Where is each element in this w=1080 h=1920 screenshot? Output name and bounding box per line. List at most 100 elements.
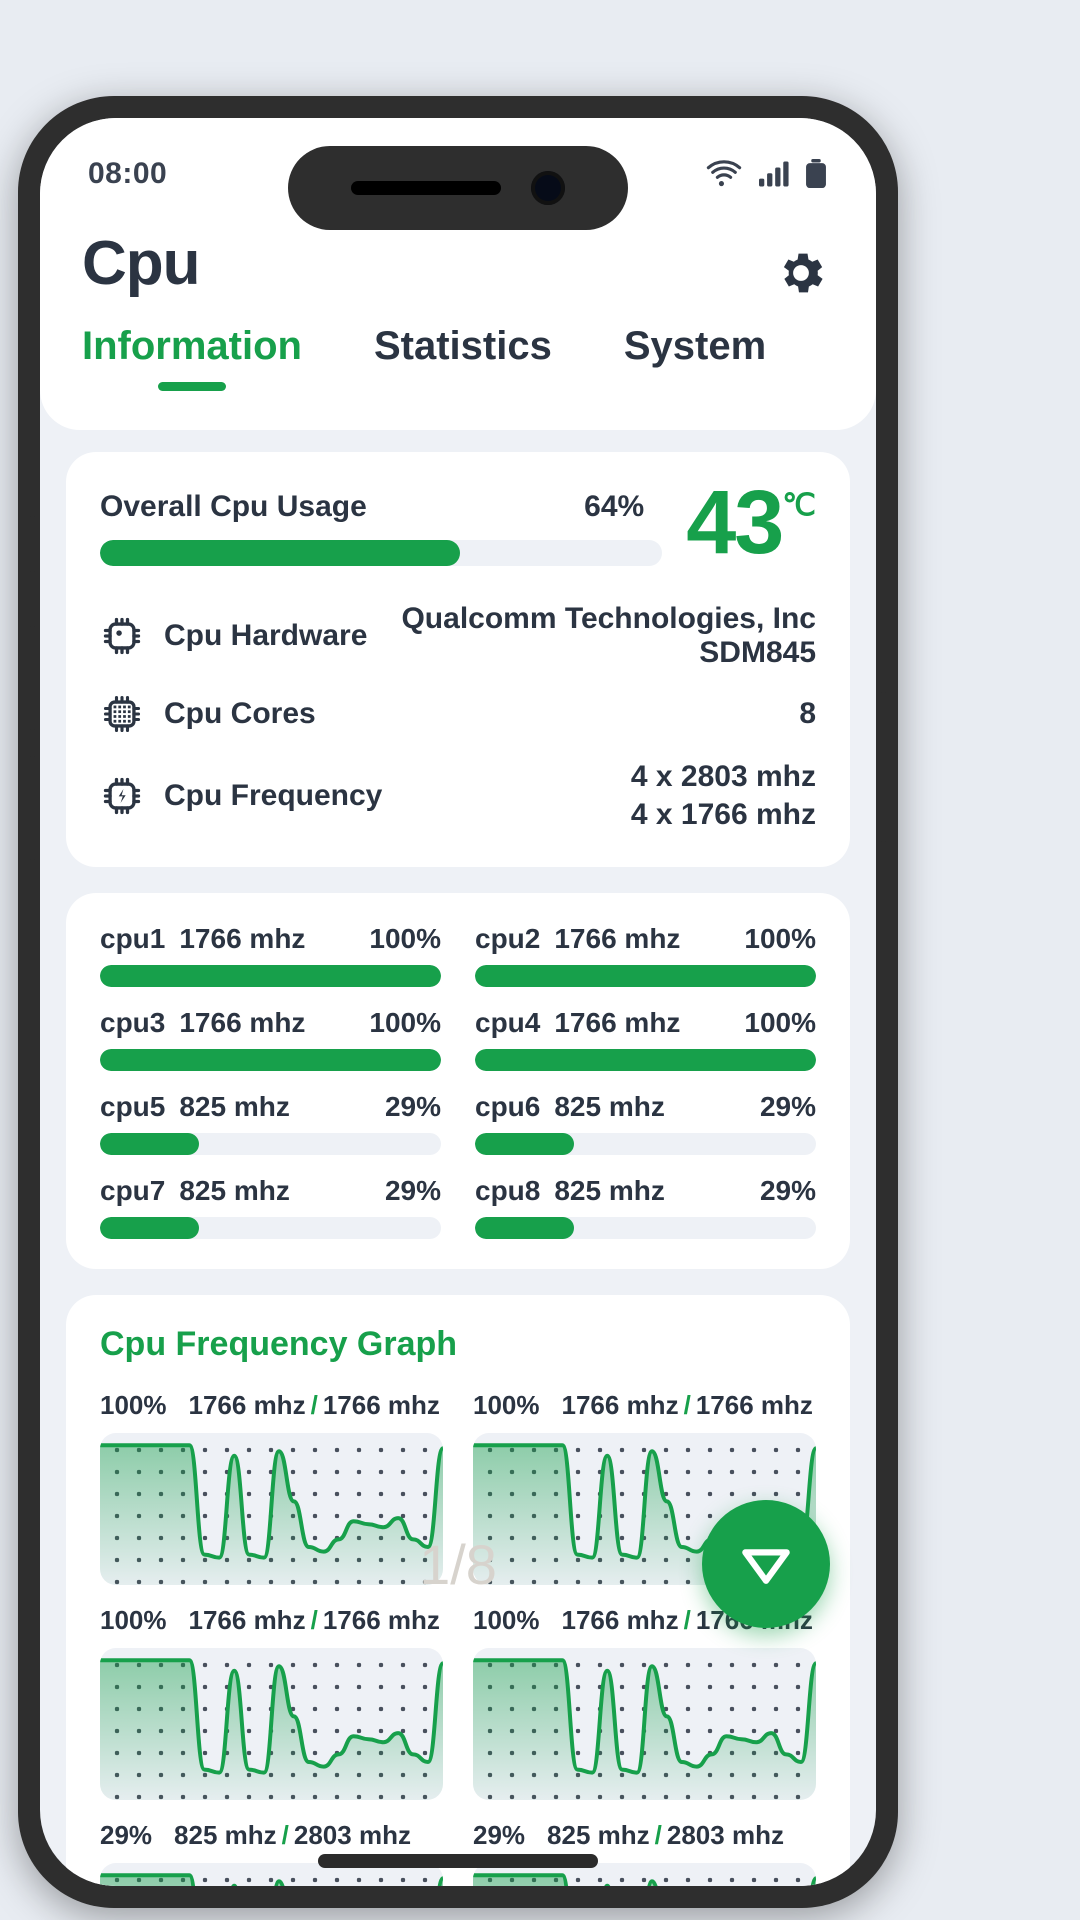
silent-switch[interactable]	[28, 516, 37, 572]
core-name: cpu2	[475, 923, 541, 954]
core-percent: 29%	[384, 1091, 441, 1122]
core-item: cpu1 1766 mhz 100%	[100, 923, 441, 987]
cpu-chip-icon	[103, 617, 141, 655]
graph-current: 825 mhz	[547, 1820, 650, 1850]
core-header: cpu7 825 mhz 29%	[100, 1175, 441, 1207]
core-percent: 100%	[744, 923, 816, 954]
gear-icon	[783, 253, 823, 293]
front-camera-icon	[531, 171, 565, 205]
graph-values: 825 mhz/2803 mhz	[547, 1820, 784, 1851]
graph-percent: 100%	[100, 1390, 167, 1420]
core-item: cpu3 1766 mhz 100%	[100, 1007, 441, 1071]
graph-values: 1766 mhz/1766 mhz	[189, 1605, 440, 1636]
core-name: cpu6	[475, 1091, 541, 1122]
core-frequency: 825 mhz	[179, 1175, 290, 1206]
page-title: Cpu	[82, 229, 201, 298]
graph-svg	[100, 1433, 443, 1585]
graph-max: 1766 mhz	[322, 1605, 440, 1635]
overall-usage-card: Overall Cpu Usage 64% 43 ℃ Cpu Hardware …	[66, 452, 850, 867]
cpu-frequency-icon	[103, 777, 141, 814]
core-frequency: 1766 mhz	[179, 923, 306, 954]
core-header: cpu3 1766 mhz 100%	[100, 1007, 441, 1039]
core-item: cpu2 1766 mhz 100%	[475, 923, 816, 987]
info-label: Cpu Frequency	[164, 778, 383, 812]
core-name: cpu4	[475, 1007, 541, 1038]
graph-plot	[100, 1433, 443, 1585]
graph-header: 100% 1766 mhz/1766 mhz	[100, 1390, 443, 1421]
battery-icon	[806, 159, 826, 189]
scroll-content[interactable]: Overall Cpu Usage 64% 43 ℃ Cpu Hardware …	[40, 430, 876, 1886]
core-track	[475, 1049, 816, 1071]
frequency-graph-item[interactable]: 29% 825 mhz/2803 mhz	[473, 1820, 816, 1886]
core-name: cpu5	[100, 1091, 166, 1122]
overall-usage-label: Overall Cpu Usage	[100, 490, 367, 523]
core-fill	[100, 1133, 199, 1155]
info-value-line2: 4 x 1766 mhz	[630, 797, 816, 831]
core-frequency: 1766 mhz	[554, 923, 681, 954]
core-track	[100, 965, 441, 987]
volume-down-button[interactable]	[28, 756, 37, 860]
frequency-graph-item[interactable]: 100%1766 mhz/1766 mhz	[473, 1605, 816, 1800]
graph-svg	[473, 1648, 816, 1800]
graph-plot	[473, 1648, 816, 1800]
graph-max: 1766 mhz	[322, 1390, 440, 1420]
temperature-value: 43	[686, 473, 784, 573]
floating-action-button[interactable]	[702, 1500, 830, 1628]
volume-up-button[interactable]	[28, 626, 37, 730]
core-track	[475, 965, 816, 987]
phone-screen: 08:00 Cpu Information Statistics System …	[40, 118, 876, 1886]
core-header: cpu6 825 mhz 29%	[475, 1091, 816, 1123]
home-indicator[interactable]	[318, 1854, 598, 1868]
info-row-hardware: Cpu Hardware Qualcomm Technologies, Inc …	[100, 602, 816, 670]
temperature-unit: ℃	[782, 489, 816, 522]
graph-percent: 29%	[100, 1820, 153, 1850]
tab-system[interactable]: System	[624, 324, 766, 391]
info-value-line1: 4 x 2803 mhz	[630, 760, 816, 793]
core-name: cpu3	[100, 1007, 166, 1038]
frequency-graph-item[interactable]: 100% 1766 mhz/1766 mhz	[100, 1605, 443, 1800]
graph-max: 2803 mhz	[293, 1820, 411, 1850]
frequency-graph-item[interactable]: 29% 825 mhz/2803 mhz	[100, 1820, 443, 1886]
graph-current: 1766 mhz	[188, 1605, 306, 1635]
overall-usage-track	[100, 540, 663, 566]
graph-max: 1766 mhz	[695, 1390, 813, 1420]
graph-percent: 100%	[473, 1605, 540, 1635]
graph-percent: 29%	[473, 1820, 526, 1850]
core-track	[100, 1049, 441, 1071]
core-percent: 29%	[759, 1091, 816, 1122]
tab-information[interactable]: Information	[82, 324, 302, 391]
graph-plot	[100, 1648, 443, 1800]
frequency-graph-item[interactable]: 100% 1766 mhz/1766 mhz	[100, 1390, 443, 1585]
diamond-icon	[742, 1549, 790, 1584]
graph-svg	[100, 1648, 443, 1800]
core-percent: 100%	[369, 1007, 441, 1038]
status-icons	[706, 159, 828, 189]
core-fill	[475, 1217, 574, 1239]
power-button[interactable]	[879, 692, 888, 842]
core-header: cpu2 1766 mhz 100%	[475, 923, 816, 955]
phone-frame: 08:00 Cpu Information Statistics System …	[18, 96, 898, 1908]
core-item: cpu7 825 mhz 29%	[100, 1175, 441, 1239]
tab-bar: Information Statistics System	[82, 324, 876, 391]
core-frequency: 825 mhz	[179, 1091, 290, 1122]
info-value: Qualcomm Technologies, Inc SDM845	[401, 602, 816, 669]
cpu-cores-grid: cpu1 1766 mhz 100% cpu2 1766 mhz 100% cpu3 1766…	[100, 923, 816, 1239]
settings-button[interactable]	[774, 246, 828, 300]
core-track	[100, 1217, 441, 1239]
core-item: cpu4 1766 mhz 100%	[475, 1007, 816, 1071]
graph-header: 100% 1766 mhz/1766 mhz	[100, 1605, 443, 1636]
temperature-display: 43 ℃	[662, 473, 816, 573]
tab-label: System	[623, 324, 767, 368]
core-header: cpu5 825 mhz 29%	[100, 1091, 441, 1123]
core-header: cpu8 825 mhz 29%	[475, 1175, 816, 1207]
tab-active-indicator	[157, 382, 226, 391]
graph-current: 825 mhz	[174, 1820, 277, 1850]
core-track	[100, 1133, 441, 1155]
graph-percent: 100%	[100, 1605, 167, 1635]
core-header: cpu4 1766 mhz 100%	[475, 1007, 816, 1039]
tab-statistics[interactable]: Statistics	[374, 324, 552, 391]
core-percent: 29%	[384, 1175, 441, 1206]
cpu-cores-card: cpu1 1766 mhz 100% cpu2 1766 mhz 100% cpu3 1766…	[66, 893, 850, 1269]
core-fill	[475, 1133, 574, 1155]
graph-values: 1766 mhz/1766 mhz	[189, 1390, 440, 1421]
